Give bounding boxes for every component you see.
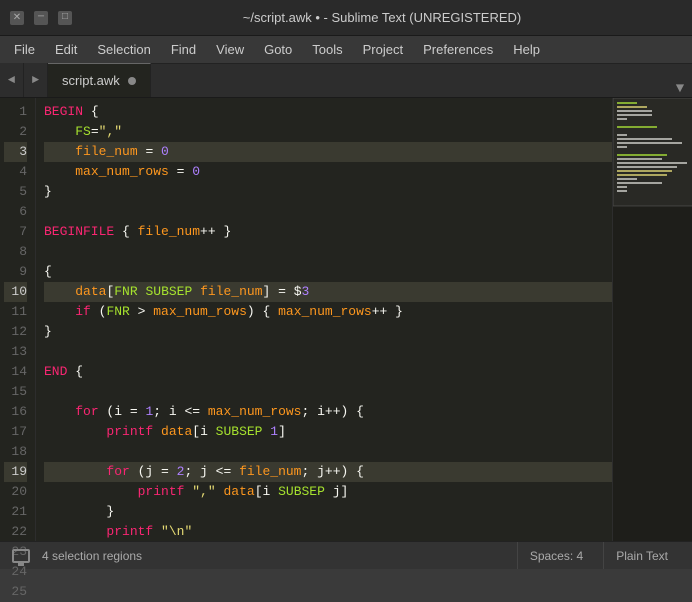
line-number: 11 (4, 302, 27, 322)
close-button[interactable]: ✕ (10, 11, 24, 25)
window-title: ~/script.awk • - Sublime Text (UNREGISTE… (82, 10, 682, 25)
line-number: 9 (4, 262, 27, 282)
menu-item-help[interactable]: Help (503, 38, 550, 61)
line-number: 14 (4, 362, 27, 382)
menu-bar: FileEditSelectionFindViewGotoToolsProjec… (0, 36, 692, 64)
code-line[interactable]: BEGINFILE { file_num++ } (44, 222, 612, 242)
line-number: 13 (4, 342, 27, 362)
tab-modified-indicator (128, 77, 136, 85)
tab-nav-left[interactable]: ◄ (0, 63, 24, 97)
minimize-button[interactable]: ─ (34, 11, 48, 25)
line-number: 8 (4, 242, 27, 262)
code-line[interactable]: } (44, 182, 612, 202)
line-number: 10 (4, 282, 27, 302)
menu-item-edit[interactable]: Edit (45, 38, 87, 61)
line-number: 15 (4, 382, 27, 402)
code-line[interactable]: if (FNR > max_num_rows) { max_num_rows++… (44, 302, 612, 322)
tab-dropdown-button[interactable]: ▼ (668, 81, 692, 97)
menu-item-preferences[interactable]: Preferences (413, 38, 503, 61)
title-bar: ✕ ─ □ ~/script.awk • - Sublime Text (UNR… (0, 0, 692, 36)
line-number: 2 (4, 122, 27, 142)
line-number-gutter: 1234567891011121314151617181920212223242… (0, 98, 36, 541)
code-line[interactable]: data[FNR SUBSEP file_num] = $3 (44, 282, 612, 302)
line-number: 20 (4, 482, 27, 502)
syntax-indicator[interactable]: Plain Text (603, 542, 680, 569)
line-number: 12 (4, 322, 27, 342)
code-line[interactable] (44, 242, 612, 262)
status-bar: 4 selection regions Spaces: 4 Plain Text (0, 541, 692, 569)
maximize-button[interactable]: □ (58, 11, 72, 25)
line-number: 4 (4, 162, 27, 182)
selection-info: 4 selection regions (42, 549, 142, 563)
line-number: 19 (4, 462, 27, 482)
line-number: 18 (4, 442, 27, 462)
menu-item-find[interactable]: Find (161, 38, 206, 61)
line-number: 3 (4, 142, 27, 162)
spaces-indicator[interactable]: Spaces: 4 (517, 542, 595, 569)
editor-area: 1234567891011121314151617181920212223242… (0, 98, 692, 541)
code-line[interactable]: } (44, 322, 612, 342)
code-editor[interactable]: BEGIN { FS="," file_num = 0 max_num_rows… (36, 98, 612, 541)
code-line[interactable]: FS="," (44, 122, 612, 142)
line-number: 16 (4, 402, 27, 422)
tab-label: script.awk (62, 73, 120, 88)
line-number: 25 (4, 582, 27, 602)
code-line[interactable] (44, 202, 612, 222)
code-line[interactable] (44, 382, 612, 402)
menu-item-file[interactable]: File (4, 38, 45, 61)
code-line[interactable]: { (44, 262, 612, 282)
code-line[interactable] (44, 342, 612, 362)
code-line[interactable]: file_num = 0 (44, 142, 612, 162)
minimap[interactable] (612, 98, 692, 541)
code-line[interactable]: printf data[i SUBSEP 1] (44, 422, 612, 442)
menu-item-tools[interactable]: Tools (302, 38, 352, 61)
line-number: 6 (4, 202, 27, 222)
code-line[interactable] (44, 442, 612, 462)
tab-bar: ◄ ► script.awk ▼ (0, 64, 692, 98)
line-number: 21 (4, 502, 27, 522)
code-line[interactable]: BEGIN { (44, 102, 612, 122)
screen-icon (12, 549, 30, 563)
menu-item-goto[interactable]: Goto (254, 38, 302, 61)
line-number: 5 (4, 182, 27, 202)
line-number: 22 (4, 522, 27, 542)
menu-item-view[interactable]: View (206, 38, 254, 61)
code-line[interactable]: for (j = 2; j <= file_num; j++) { (44, 462, 612, 482)
tab-nav-right[interactable]: ► (24, 63, 48, 97)
tab-script-awk[interactable]: script.awk (48, 63, 151, 97)
code-line[interactable]: printf "\n" (44, 522, 612, 541)
code-line[interactable]: END { (44, 362, 612, 382)
line-number: 1 (4, 102, 27, 122)
menu-item-selection[interactable]: Selection (87, 38, 160, 61)
code-line[interactable]: for (i = 1; i <= max_num_rows; i++) { (44, 402, 612, 422)
line-number: 7 (4, 222, 27, 242)
menu-item-project[interactable]: Project (353, 38, 413, 61)
line-number: 17 (4, 422, 27, 442)
code-line[interactable]: } (44, 502, 612, 522)
code-line[interactable]: printf "," data[i SUBSEP j] (44, 482, 612, 502)
code-line[interactable]: max_num_rows = 0 (44, 162, 612, 182)
